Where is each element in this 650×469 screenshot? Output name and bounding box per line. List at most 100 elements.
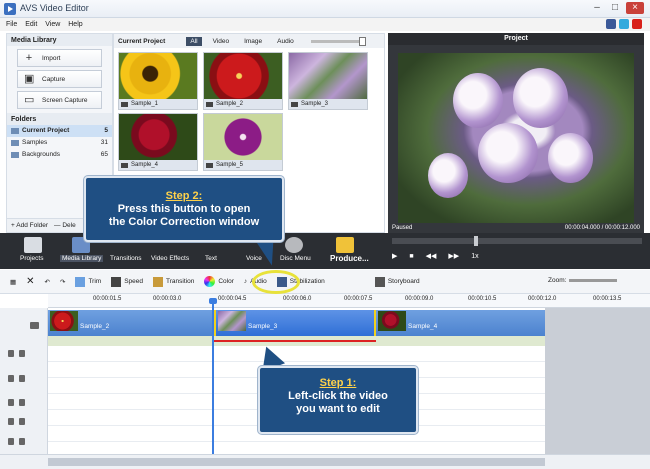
clip-thumbnail	[218, 311, 246, 331]
media-thumb-sample-1[interactable]: Sample_1	[118, 52, 198, 110]
eye-icon[interactable]	[8, 438, 14, 445]
eye-icon[interactable]	[8, 399, 14, 406]
window-title: AVS Video Editor	[20, 3, 89, 13]
timeline-clip-sample-4[interactable]: Sample_4	[376, 310, 545, 336]
monitor-icon: ▭	[24, 94, 35, 106]
eye-icon[interactable]	[8, 418, 14, 425]
lock-icon[interactable]	[19, 350, 25, 357]
trim-icon	[75, 276, 86, 287]
video-icon	[121, 162, 128, 168]
menu-bar: File Edit View Help	[0, 18, 650, 31]
lock-icon[interactable]	[19, 375, 25, 382]
redo-icon[interactable]: ↷	[60, 278, 65, 286]
title-bar: AVS Video Editor – □ ×	[0, 0, 650, 18]
video-icon	[121, 101, 128, 107]
screen-capture-button[interactable]: ▭ Screen Capture	[17, 91, 102, 109]
facebook-icon[interactable]	[606, 19, 616, 29]
menu-help[interactable]: Help	[68, 18, 82, 31]
storyboard-icon	[374, 276, 385, 287]
timeline-clip-sample-2[interactable]: Sample_2	[48, 310, 214, 336]
selection-marker	[214, 340, 376, 342]
folder-icon	[11, 152, 19, 158]
import-button[interactable]: + Import	[17, 49, 102, 67]
maximize-button[interactable]: □	[608, 2, 622, 14]
plus-icon: +	[25, 52, 33, 64]
app-logo-icon	[4, 3, 16, 15]
folder-current-project[interactable]: Current Project 5	[7, 125, 112, 137]
task-disc-menu[interactable]: Disc Menu	[280, 255, 311, 262]
play-icon[interactable]: ▶	[392, 252, 397, 260]
playback-status: Paused	[392, 225, 413, 231]
media-thumb-sample-2[interactable]: Sample_2	[203, 52, 283, 110]
timeline-zoom: Zoom:	[548, 277, 618, 284]
task-text[interactable]: Text	[205, 255, 217, 262]
transition-icon	[153, 276, 164, 287]
filter-audio[interactable]: Audio	[273, 37, 298, 46]
clip-thumbnail	[50, 311, 78, 331]
delete-folder-button[interactable]: — Dele	[54, 222, 76, 229]
eye-icon[interactable]	[8, 350, 14, 357]
current-project-title: Current Project	[118, 37, 166, 45]
color-wheel-icon	[204, 276, 216, 287]
media-thumb-sample-3[interactable]: Sample_3	[288, 52, 368, 110]
trim-button[interactable]: Trim	[75, 276, 101, 287]
task-projects[interactable]: Projects	[20, 255, 43, 262]
menu-file[interactable]: File	[6, 18, 17, 31]
video-icon	[291, 101, 298, 107]
media-thumb-sample-5[interactable]: Sample_5	[203, 113, 283, 171]
prev-frame-icon[interactable]: ◀◀	[426, 252, 437, 260]
lock-icon[interactable]	[19, 399, 25, 406]
color-button[interactable]: Color	[204, 276, 234, 287]
filter-video[interactable]: Video	[209, 37, 234, 46]
projects-icon	[24, 237, 42, 253]
menu-edit[interactable]: Edit	[25, 18, 37, 31]
folder-backgrounds[interactable]: Backgrounds 65	[7, 149, 112, 161]
speed-icon	[111, 276, 122, 287]
seek-bar[interactable]	[392, 236, 642, 246]
stop-icon[interactable]: ■	[409, 253, 413, 260]
speed-button[interactable]: Speed	[111, 276, 143, 287]
folder-samples[interactable]: Samples 31	[7, 137, 112, 149]
filter-image[interactable]: Image	[240, 37, 266, 46]
storyboard-button[interactable]: Storyboard	[374, 276, 420, 287]
folders-title: Folders	[7, 113, 112, 125]
playback-speed[interactable]: 1x	[471, 253, 478, 260]
thumbnail-size-slider[interactable]	[310, 36, 366, 46]
track-controls	[0, 308, 48, 469]
playhead[interactable]	[209, 298, 217, 469]
capture-button[interactable]: ▣ Capture	[17, 70, 102, 88]
media-library-title: Media Library	[7, 34, 112, 46]
camera-icon: ▣	[24, 73, 35, 85]
folder-icon	[11, 140, 19, 146]
undo-icon[interactable]: ↶	[45, 278, 50, 286]
timeline-ruler: 00:00:01.5 00:00:03.0 00:00:04.5 00:00:0…	[48, 294, 650, 308]
timeline-clip-sample-3[interactable]: Sample_3	[214, 310, 376, 336]
add-folder-button[interactable]: + Add Folder	[11, 222, 48, 229]
lock-icon[interactable]	[19, 438, 25, 445]
minimize-button[interactable]: –	[590, 2, 604, 14]
task-media-library[interactable]: Media Library	[60, 255, 104, 262]
music-icon: ♪	[243, 278, 248, 285]
task-produce[interactable]: Produce...	[330, 254, 369, 263]
folder-icon	[11, 128, 19, 134]
zoom-slider[interactable]	[569, 279, 618, 282]
lock-icon[interactable]	[19, 418, 25, 425]
delete-icon[interactable]: ✕	[26, 276, 34, 287]
select-icon[interactable]: ▦	[10, 278, 16, 286]
preview-status-bar: Paused 00:00:04.000 / 00:00:12.000	[388, 223, 644, 233]
next-frame-icon[interactable]: ▶▶	[448, 252, 459, 260]
eye-icon[interactable]	[8, 375, 14, 382]
task-transitions[interactable]: Transitions	[110, 255, 142, 262]
twitter-icon[interactable]	[619, 19, 629, 29]
media-thumb-sample-4[interactable]: Sample_4	[118, 113, 198, 171]
close-button[interactable]: ×	[626, 2, 644, 14]
transition-button[interactable]: Transition	[153, 276, 194, 287]
filter-all[interactable]: All	[186, 36, 202, 46]
timeline-empty-area	[545, 308, 650, 454]
produce-icon	[336, 237, 354, 253]
menu-view[interactable]: View	[45, 18, 60, 31]
task-video-effects[interactable]: Video Effects	[151, 255, 189, 262]
preview-title: Project	[388, 33, 644, 45]
timeline-scrollbar[interactable]	[0, 454, 650, 469]
youtube-icon[interactable]	[632, 19, 642, 29]
